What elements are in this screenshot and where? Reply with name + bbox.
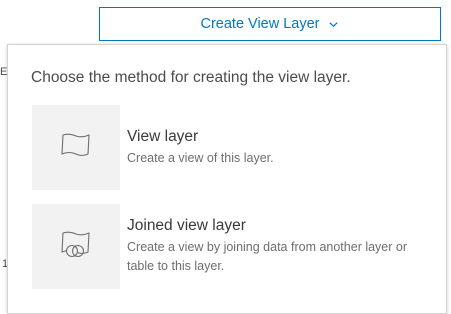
joined-view-layer-description: Create a view by joining data from anoth… <box>127 240 408 273</box>
chevron-down-icon <box>328 18 340 30</box>
view-layer-option[interactable]: View layer Create a view of this layer. <box>32 105 432 191</box>
view-layer-title: View layer <box>127 128 199 145</box>
join-layer-icon <box>59 228 93 265</box>
joined-view-layer-title: Joined view layer <box>127 217 246 234</box>
joined-view-layer-option[interactable]: Joined view layer Create a view by joini… <box>32 204 432 290</box>
create-view-layer-dropdown: Choose the method for creating the view … <box>7 44 447 314</box>
joined-view-layer-thumbnail <box>32 204 120 289</box>
view-layer-description: Create a view of this layer. <box>127 151 274 165</box>
dropdown-intro-text: Choose the method for creating the view … <box>31 69 351 86</box>
create-view-layer-button[interactable]: Create View Layer <box>99 7 441 41</box>
create-view-layer-label: Create View Layer <box>200 16 320 32</box>
view-layer-thumbnail <box>32 105 120 190</box>
layer-icon <box>59 130 93 165</box>
